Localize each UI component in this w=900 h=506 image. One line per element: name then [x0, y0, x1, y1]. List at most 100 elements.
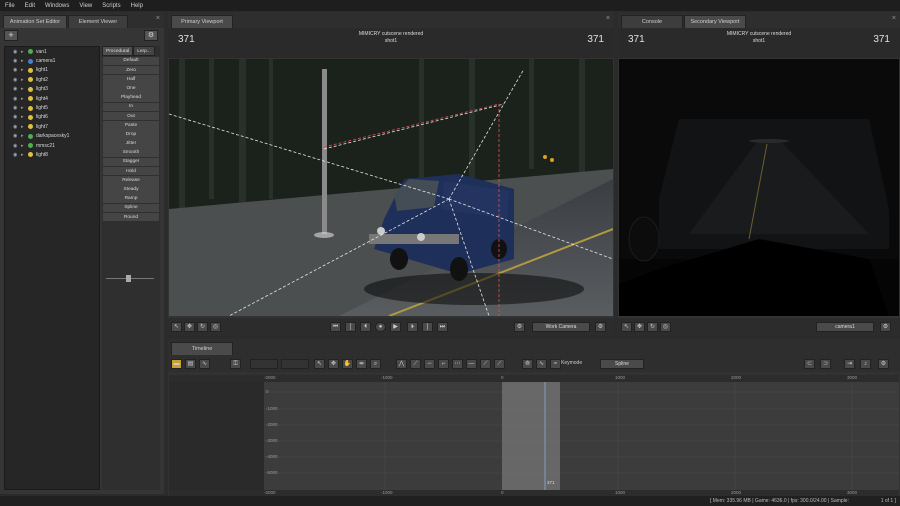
- preset-button[interactable]: Spline: [103, 203, 159, 213]
- eye-icon[interactable]: ◉: [13, 96, 21, 102]
- tab-primary-viewport[interactable]: Primary Viewport: [171, 15, 233, 28]
- camera-settings-icon[interactable]: ⚙: [514, 322, 525, 332]
- eye-icon[interactable]: ◉: [13, 143, 21, 149]
- tree-item[interactable]: ◉ ▸ light6: [5, 113, 99, 122]
- tree-item[interactable]: ◉ ▸ light3: [5, 85, 99, 94]
- move-tool-icon[interactable]: ✥: [184, 322, 195, 332]
- expand-arrow-icon[interactable]: ▸: [21, 77, 28, 83]
- zoom-icon[interactable]: ⌕: [370, 359, 381, 369]
- preset-button[interactable]: Hold: [103, 166, 159, 176]
- select-tool-icon[interactable]: ↖: [171, 322, 182, 332]
- eye-icon[interactable]: ◉: [13, 124, 21, 130]
- tangent-free-icon[interactable]: ⟋: [480, 359, 491, 369]
- value-field[interactable]: [250, 359, 278, 369]
- tab-procedural[interactable]: Procedural: [102, 46, 134, 56]
- eye-icon[interactable]: ◉: [13, 67, 21, 73]
- move-tool-icon[interactable]: ✥: [328, 359, 339, 369]
- prev-frame-icon[interactable]: ⏴: [360, 322, 371, 332]
- time-field[interactable]: [281, 359, 309, 369]
- eye-icon[interactable]: ◉: [13, 77, 21, 83]
- graph-editor[interactable]: 0 -1000 -2000 -3000 -4000 -5000 371: [169, 382, 899, 490]
- preset-slider[interactable]: [104, 274, 156, 282]
- hand-tool-icon[interactable]: ✋: [342, 359, 353, 369]
- scale-tool-icon[interactable]: ◎: [210, 322, 221, 332]
- eye-icon[interactable]: ◉: [13, 58, 21, 64]
- preset-button[interactable]: Default: [103, 56, 159, 66]
- menu-view[interactable]: View: [74, 3, 97, 9]
- eye-icon[interactable]: ◉: [13, 86, 21, 92]
- camera-select[interactable]: Work Camera: [532, 322, 590, 332]
- tab-element-viewer[interactable]: Element Viewer: [68, 15, 128, 28]
- key-icon[interactable]: ⚿: [230, 359, 241, 369]
- menu-scripts[interactable]: Scripts: [97, 3, 125, 9]
- snap-icon[interactable]: ⊃: [820, 359, 831, 369]
- eye-icon[interactable]: ◉: [13, 114, 21, 120]
- next-key-icon[interactable]: ]: [422, 322, 433, 332]
- tab-secondary-viewport[interactable]: Secondary Viewport: [684, 15, 746, 28]
- expand-arrow-icon[interactable]: ▸: [21, 124, 28, 130]
- add-button[interactable]: +: [4, 30, 18, 41]
- secondary-3d-view[interactable]: [619, 59, 899, 316]
- menu-edit[interactable]: Edit: [20, 3, 40, 9]
- first-frame-icon[interactable]: ⏮: [330, 322, 341, 332]
- preset-button[interactable]: Ramp: [103, 194, 159, 203]
- expand-arrow-icon[interactable]: ▸: [21, 96, 28, 102]
- preset-button[interactable]: Jitter: [103, 139, 159, 148]
- expand-arrow-icon[interactable]: ▸: [21, 49, 28, 55]
- close-icon[interactable]: ×: [156, 15, 160, 22]
- expand-arrow-icon[interactable]: ▸: [21, 58, 28, 64]
- mode-motion-icon[interactable]: ▤: [185, 359, 196, 369]
- scale-tool-icon[interactable]: ◎: [660, 322, 671, 332]
- tab-lerp[interactable]: Lerp...: [133, 46, 155, 56]
- preset-button[interactable]: Steady: [103, 185, 159, 194]
- prev-key-icon[interactable]: [: [345, 322, 356, 332]
- tangent-weight-icon[interactable]: ⟋: [494, 359, 505, 369]
- expand-arrow-icon[interactable]: ▸: [21, 133, 28, 139]
- tree-item[interactable]: ◉ ▸ light1: [5, 66, 99, 75]
- menu-windows[interactable]: Windows: [40, 3, 74, 9]
- frame-all-icon[interactable]: ⇥: [844, 359, 855, 369]
- tree-item[interactable]: ◉ ▸ light7: [5, 122, 99, 131]
- expand-arrow-icon[interactable]: ▸: [21, 67, 28, 73]
- expand-arrow-icon[interactable]: ▸: [21, 143, 28, 149]
- tree-item[interactable]: ◉ ▸ light5: [5, 103, 99, 112]
- rotate-tool-icon[interactable]: ↻: [647, 322, 658, 332]
- tangent-spline-icon[interactable]: ∽: [424, 359, 435, 369]
- gear-icon[interactable]: ⚙: [878, 359, 889, 369]
- select-tool-icon[interactable]: ↖: [621, 322, 632, 332]
- preset-button[interactable]: Playhead: [103, 93, 159, 102]
- gear-icon[interactable]: ⚙: [595, 322, 606, 332]
- primary-3d-view[interactable]: [169, 59, 613, 316]
- tree-item[interactable]: ◉ ▸ light4: [5, 94, 99, 103]
- preset-button[interactable]: Zero: [103, 65, 159, 75]
- timeline-ruler-top[interactable]: -2000 -1000 0 1000 2000 3000: [169, 375, 899, 382]
- tab-animation-set-editor[interactable]: Animation Set Editor: [3, 15, 67, 28]
- close-icon[interactable]: ×: [606, 15, 610, 22]
- slider-handle[interactable]: [126, 275, 131, 282]
- tangent-step-icon[interactable]: ⌐: [438, 359, 449, 369]
- audio-icon[interactable]: ♪: [860, 359, 871, 369]
- preset-button[interactable]: Stagger: [103, 157, 159, 167]
- tree-item[interactable]: ◉ ▸ van1: [5, 47, 99, 56]
- scale-keys-icon[interactable]: ⇹: [356, 359, 367, 369]
- expand-arrow-icon[interactable]: ▸: [21, 152, 28, 158]
- preset-button[interactable]: Round: [103, 212, 159, 222]
- record-icon[interactable]: ●: [375, 322, 386, 332]
- gear-icon[interactable]: ⚙: [144, 30, 158, 41]
- preset-button[interactable]: Paste: [103, 120, 159, 130]
- eye-icon[interactable]: ◉: [13, 49, 21, 55]
- expand-arrow-icon[interactable]: ▸: [21, 86, 28, 92]
- tree-item[interactable]: ◉ ▸ light8: [5, 150, 99, 159]
- magnet-icon[interactable]: ⊂: [804, 359, 815, 369]
- tree-item[interactable]: ◉ ▸ mmsc21: [5, 141, 99, 150]
- move-tool-icon[interactable]: ✥: [634, 322, 645, 332]
- eye-icon[interactable]: ◉: [13, 105, 21, 111]
- tree-item[interactable]: ◉ ▸ camera1: [5, 56, 99, 65]
- expand-arrow-icon[interactable]: ▸: [21, 105, 28, 111]
- mode-graph-icon[interactable]: ∿: [199, 359, 210, 369]
- close-icon[interactable]: ×: [892, 15, 896, 22]
- tree-item[interactable]: ◉ ▸ darkspacesky1: [5, 132, 99, 141]
- preset-button[interactable]: In: [103, 102, 159, 112]
- graph-curve-icon[interactable]: ⟰: [522, 359, 533, 369]
- tab-timeline[interactable]: Timeline: [171, 342, 233, 355]
